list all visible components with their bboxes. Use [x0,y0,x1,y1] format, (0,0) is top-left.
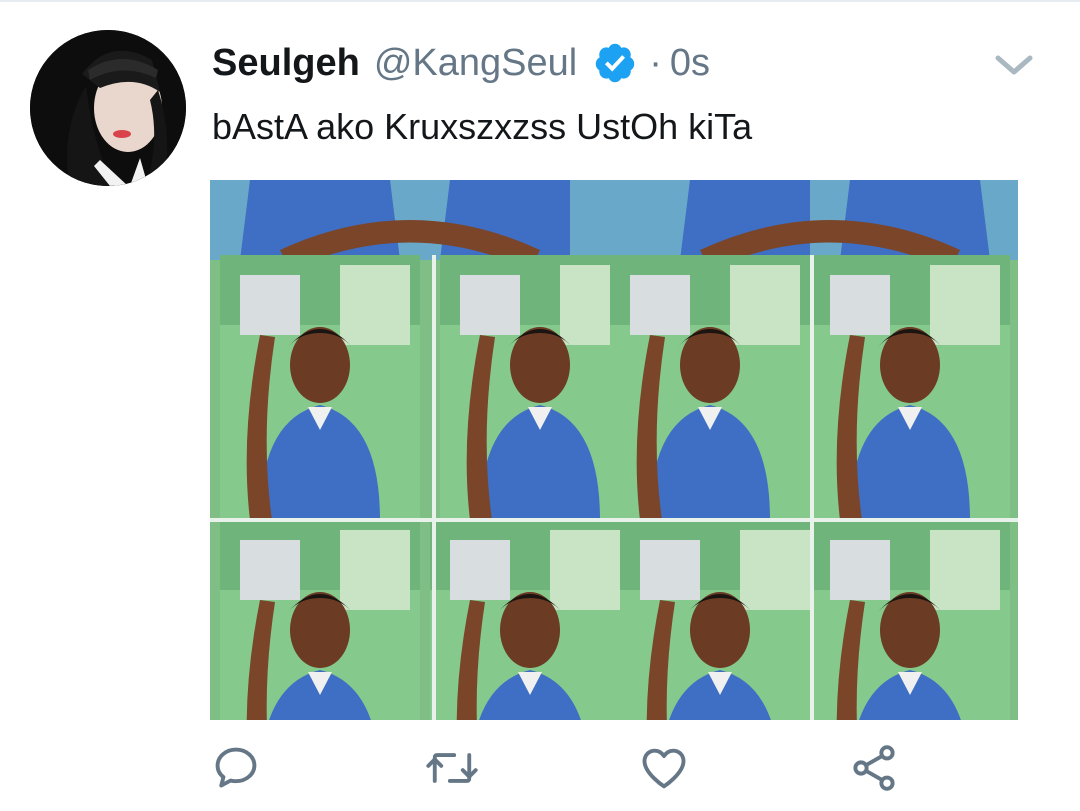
avatar[interactable] [30,30,186,186]
like-button[interactable] [634,738,694,798]
share-icon [853,745,895,791]
separator-dot: · [649,41,662,84]
heart-icon [642,748,686,789]
reply-icon [215,747,257,788]
reply-button[interactable] [206,738,266,798]
retweet-button[interactable] [422,738,482,798]
timestamp[interactable]: 0s [670,42,710,85]
tweet-media-image[interactable] [210,180,1018,720]
avatar-image [30,30,186,186]
display-name[interactable]: Seulgeh [212,42,360,85]
tweet-actions-bar [210,738,1018,798]
share-button[interactable] [844,738,904,798]
photo-collage [210,180,1018,720]
divider [0,0,1080,2]
chevron-down-icon [995,55,1033,75]
tweet-header: Seulgeh @KangSeul · 0s [212,38,710,88]
retweet-icon [426,753,478,783]
tweet-menu-button[interactable] [992,46,1036,86]
tweet-text: bAstA ako Kruxszxzss UstOh kiTa [212,106,753,147]
verified-badge-icon [593,41,637,85]
tweet-card: Seulgeh @KangSeul · 0s bAstA ako Kruxszx… [0,0,1080,811]
user-handle[interactable]: @KangSeul [374,42,577,85]
